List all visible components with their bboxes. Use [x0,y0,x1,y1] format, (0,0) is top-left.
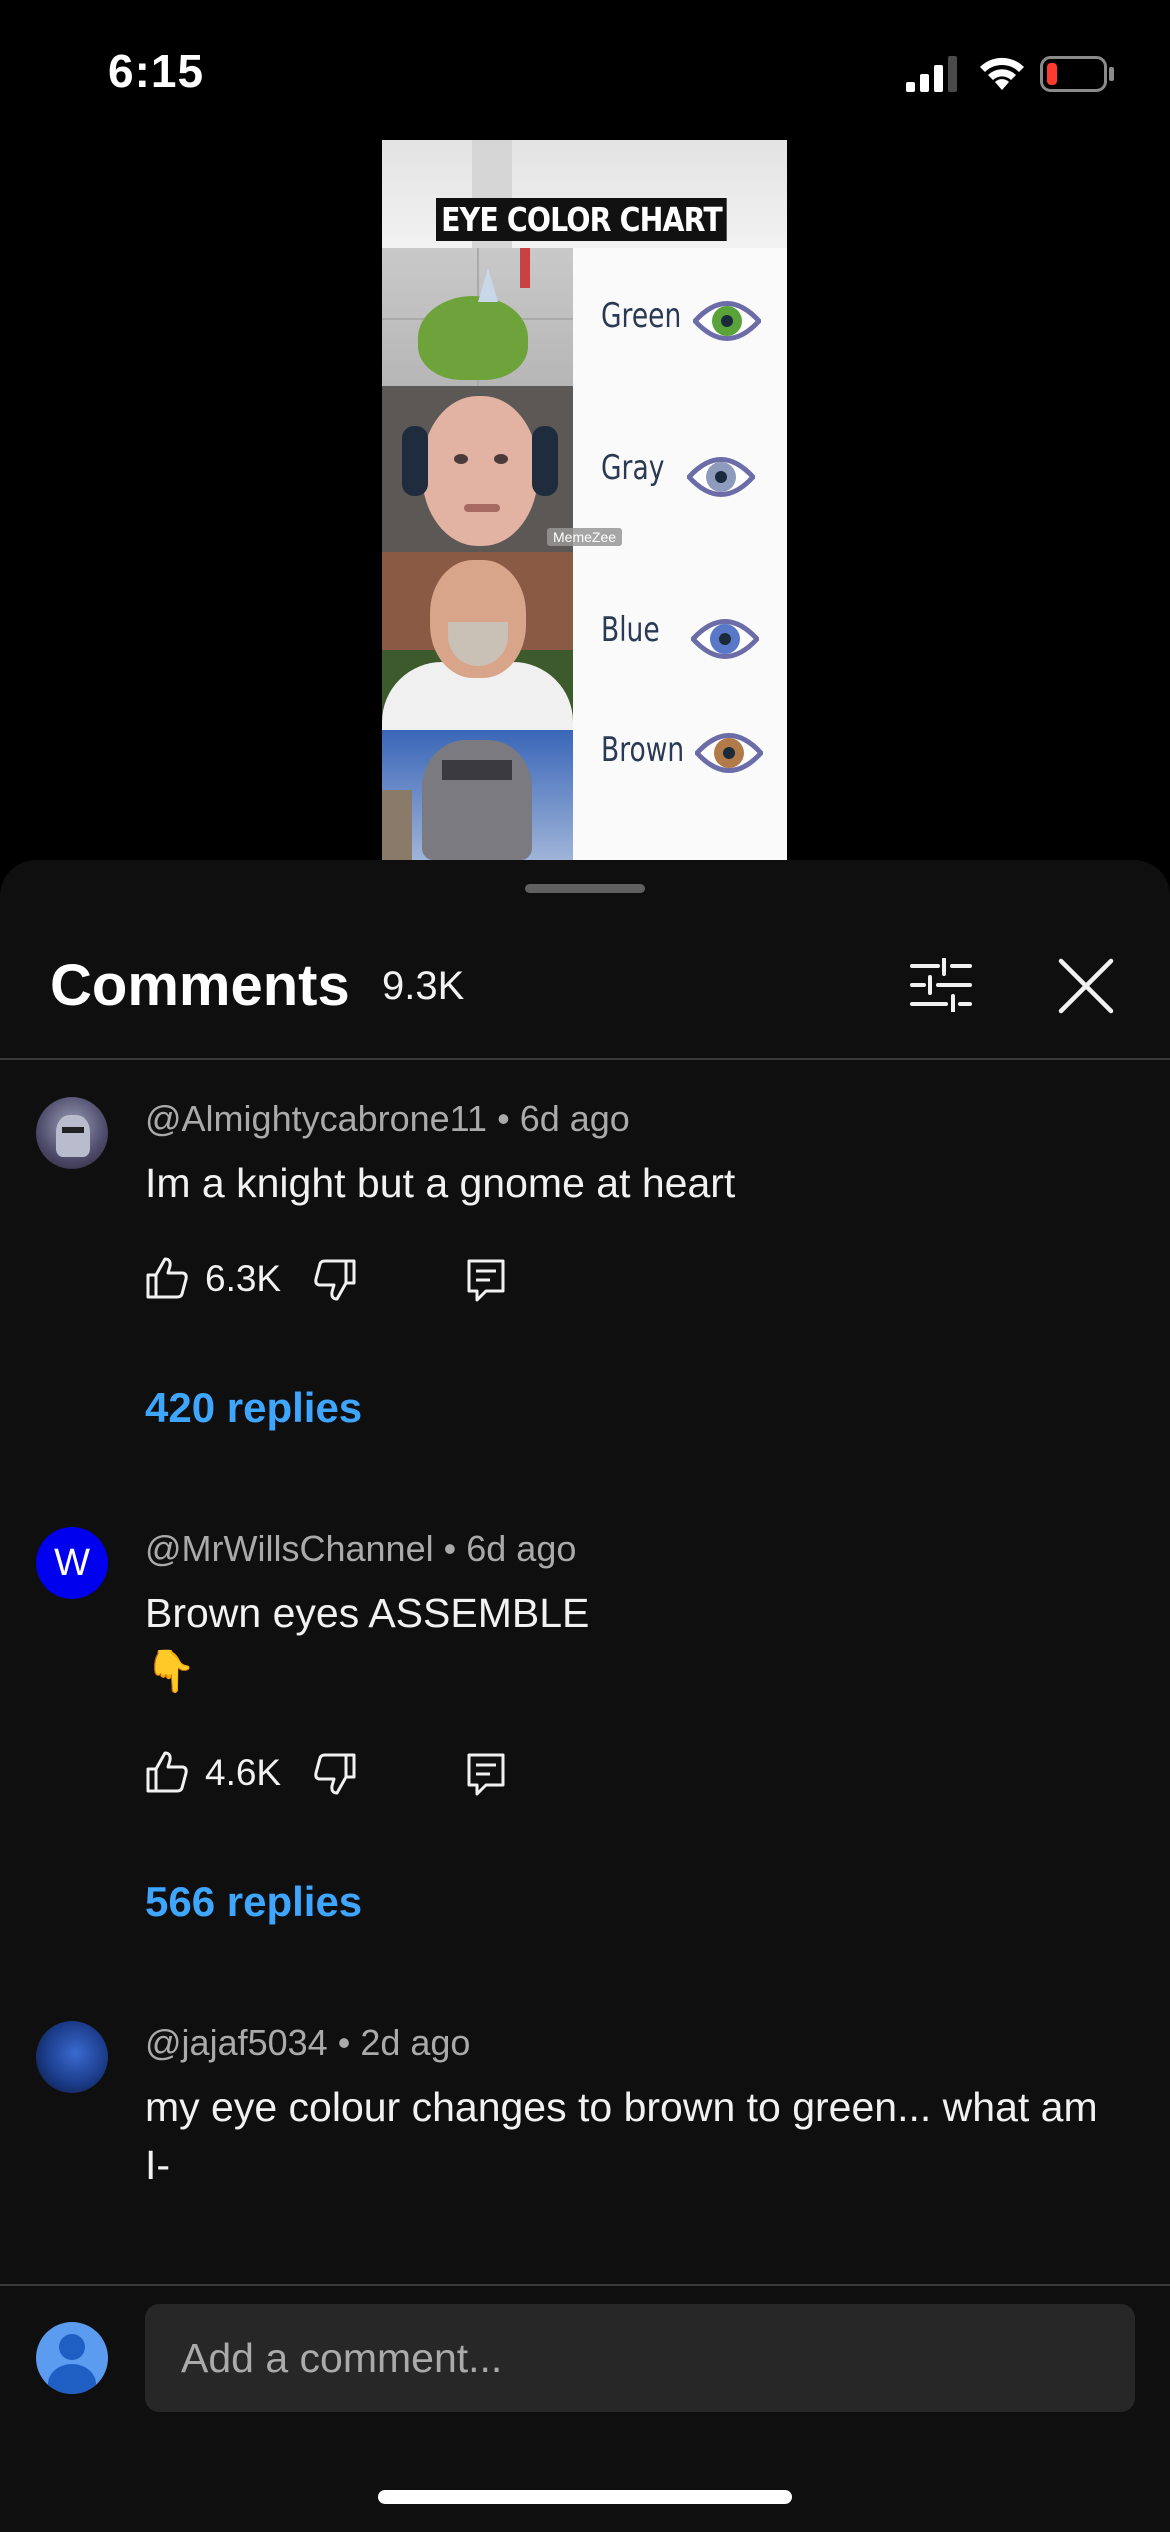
status-bar: 6:15 [0,0,1170,140]
eye-icon [691,619,759,659]
like-icon[interactable] [145,1256,189,1300]
comment-item: @jajaf5034 • 2d ago my eye colour change… [0,1984,1170,2284]
comments-sheet: Comments 9.3K @Almightycabrone11 • 6d ag… [0,860,1170,2532]
comment-text: Brown eyes ASSEMBLE 👇 [145,1590,590,1694]
chart-row-green: Green [382,248,787,386]
wifi-icon [980,57,1024,90]
comment-item: W @MrWillsChannel • 6d ago Brown eyes AS… [0,1490,1170,1984]
comment-age: 2d ago [360,2022,471,2063]
battery-low-icon [1040,56,1114,92]
comment-author[interactable]: @MrWillsChannel [145,1528,434,1569]
reply-icon[interactable] [466,1258,506,1302]
like-count: 4.6K [205,1752,282,1793]
view-replies-link[interactable]: 420 replies [145,1384,362,1432]
video-title: EYE COLOR CHART [436,198,728,241]
comment-item: @Almightycabrone11 • 6d ago Im a knight … [0,1060,1170,1490]
cellular-signal-icon [906,56,957,92]
view-replies-link[interactable]: 566 replies [145,1878,362,1926]
video-watermark: MemeZee [547,528,623,546]
knight-armor-image [382,730,573,860]
drag-handle[interactable] [525,884,645,893]
bald-man-image [382,552,573,730]
comment-header: @MrWillsChannel • 6d ago [145,1528,576,1570]
eye-icon [687,457,755,497]
eye-icon [695,733,763,773]
eye-color-label: Green [601,296,682,336]
input-divider [0,2284,1170,2286]
meta-separator: • [443,1528,457,1569]
sliders-icon[interactable] [910,958,972,1012]
comment-text: Im a knight but a gnome at heart [145,1160,736,1206]
add-comment-input[interactable] [145,2304,1135,2412]
avatar[interactable]: W [36,1527,108,1599]
comment-age: 6d ago [466,1528,577,1569]
comment-author[interactable]: @Almightycabrone11 [145,1098,487,1139]
eye-color-label: Gray [601,448,665,488]
status-time: 6:15 [108,45,205,97]
avatar-letter: W [54,1541,90,1584]
dislike-icon[interactable] [313,1258,357,1302]
eye-color-label: Brown [601,730,685,770]
comments-title: Comments [50,953,350,1018]
like-count: 6.3K [205,1258,282,1299]
meta-separator: • [337,2022,351,2063]
comments-list[interactable]: @Almightycabrone11 • 6d ago Im a knight … [0,1060,1170,2284]
avatar[interactable] [36,1097,108,1169]
like-icon[interactable] [145,1750,189,1794]
reply-icon[interactable] [466,1752,506,1796]
home-indicator[interactable] [378,2490,792,2504]
video-player[interactable]: EYE COLOR CHART Green Gray MemeZee Blue … [382,140,787,860]
comment-text: my eye colour changes to brown to green.… [145,2084,1098,2188]
comment-age: 6d ago [519,1098,630,1139]
comment-header: @Almightycabrone11 • 6d ago [145,1098,630,1140]
headset-man-image [382,386,573,552]
chart-row-blue: Blue [382,552,787,730]
close-icon[interactable] [1056,956,1116,1016]
eye-color-label: Blue [601,610,660,650]
gnome-hat-image [382,248,573,386]
dislike-icon[interactable] [313,1752,357,1796]
meta-separator: • [497,1098,510,1139]
eye-icon [693,301,761,341]
comment-header: @jajaf5034 • 2d ago [145,2022,470,2064]
comments-count: 9.3K [382,964,465,1008]
chart-row-brown: Brown [382,730,787,860]
avatar[interactable] [36,2021,108,2093]
user-avatar-icon[interactable] [36,2322,108,2394]
comment-author[interactable]: @jajaf5034 [145,2022,328,2063]
